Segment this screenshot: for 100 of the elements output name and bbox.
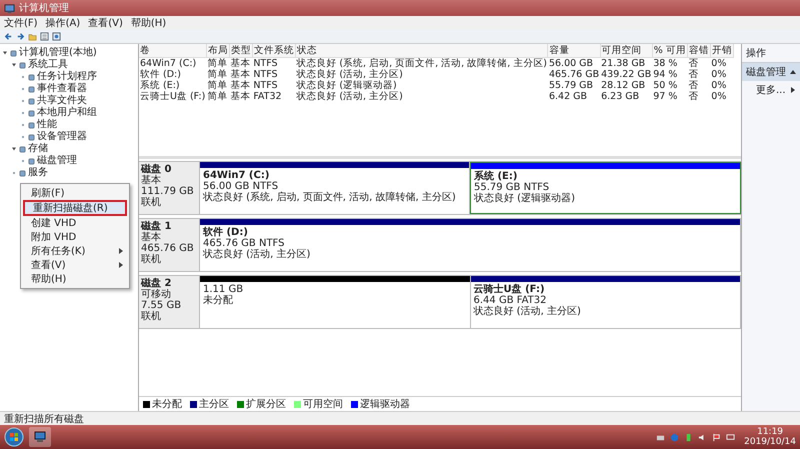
actions-section[interactable]: 磁盘管理	[742, 63, 800, 81]
column-header[interactable]: % 可用	[652, 44, 688, 58]
disk-name: 磁盘 0	[141, 164, 172, 175]
table-cell-text: 97 %	[652, 91, 678, 102]
column-header[interactable]: 文件系统	[252, 44, 296, 58]
window-title: 计算机管理	[19, 2, 69, 15]
node-icon	[28, 74, 35, 80]
node-icon	[28, 122, 35, 128]
table-cell: 云骑士U盘 (F:)	[139, 91, 206, 102]
tree-item[interactable]: 事件查看器	[37, 83, 87, 95]
column-header[interactable]: 布局	[206, 44, 230, 58]
partition-status: 状态良好 (逻辑驱动器)	[474, 193, 576, 204]
column-header[interactable]: 容错	[687, 44, 710, 58]
partition-block[interactable]: 64Win7 (C:) 56.00 GB NTFS 状态良好 (系统, 启动, 页面文件, 活动, 故障转储, 主分区)	[200, 162, 470, 214]
column-header[interactable]: 容量	[548, 44, 600, 58]
partition-block[interactable]: 云骑士U盘 (F:) 6.44 GB FAT32 状态良好 (活动, 主分区)	[470, 276, 741, 328]
context-menu-item[interactable]: 查看(V)	[23, 258, 127, 272]
node-icon	[19, 62, 26, 68]
table-cell-text: NTFS	[252, 69, 279, 80]
partition-status: 未分配	[203, 295, 234, 306]
node-icon	[19, 170, 26, 176]
context-menu-item[interactable]: 刷新(F)	[23, 186, 127, 200]
monitor-icon[interactable]	[726, 432, 736, 442]
disk-status: 联机	[141, 254, 162, 265]
tree-item[interactable]: 任务计划程序	[37, 71, 97, 83]
legend-label: 扩展分区	[246, 398, 286, 411]
tree-item[interactable]: 服务	[28, 167, 48, 179]
start-button-icon[interactable]	[4, 427, 24, 447]
table-cell-text: FAT32	[252, 91, 283, 102]
expander-icon[interactable]	[11, 146, 17, 152]
clock-time: 11:19	[757, 427, 784, 437]
tree-item[interactable]: 本地用户和组	[37, 107, 97, 119]
column-header[interactable]: 类型	[229, 44, 252, 58]
expander-icon[interactable]	[11, 62, 17, 68]
disk-status: 联机	[141, 311, 162, 322]
node-icon	[28, 86, 35, 92]
table-cell-text: 状态良好 (活动, 主分区)	[295, 69, 404, 80]
disk-type: 基本	[141, 175, 162, 186]
legend-label: 可用空间	[303, 398, 343, 411]
taskbar-app[interactable]	[29, 427, 51, 447]
table-cell-text: 简单	[206, 91, 228, 102]
table-cell-text: 0%	[710, 91, 728, 102]
column-header[interactable]: 卷	[139, 44, 206, 58]
table-cell: NTFS	[252, 58, 296, 69]
expander-icon[interactable]	[2, 50, 8, 56]
tree-item[interactable]: 磁盘管理	[37, 155, 77, 167]
more-actions-link[interactable]: 更多...	[742, 81, 800, 99]
column-header[interactable]: 开销	[710, 44, 734, 58]
computer-icon	[33, 430, 47, 444]
partition-block[interactable]: 软件 (D:) 465.76 GB NTFS 状态良好 (活动, 主分区)	[200, 219, 741, 271]
clock[interactable]: 11:19 2019/10/14	[740, 427, 796, 447]
disk-type: 基本	[141, 232, 162, 243]
table-cell-text: 否	[687, 69, 700, 80]
partition-block[interactable]: 系统 (E:) 55.79 GB NTFS 状态良好 (逻辑驱动器)	[470, 162, 741, 214]
partition-size: 465.76 GB NTFS	[203, 238, 284, 249]
menu-item[interactable]: 操作(A)	[46, 16, 80, 30]
partition-size: 55.79 GB NTFS	[474, 182, 550, 193]
context-menu-item[interactable]: 帮助(H)	[23, 272, 127, 286]
column-header[interactable]: 状态	[295, 44, 548, 58]
legend-label: 逻辑驱动器	[360, 398, 410, 411]
computer-icon	[4, 2, 15, 14]
tree-item[interactable]: 计算机管理(本地)	[19, 47, 97, 59]
tree-item[interactable]: 性能	[37, 119, 57, 131]
table-cell-text: 基本	[229, 91, 252, 102]
partition-block[interactable]: 1.11 GB 未分配	[200, 276, 470, 328]
menu-item[interactable]: 帮助(H)	[130, 16, 166, 30]
column-header[interactable]: 可用空间	[600, 44, 652, 58]
tree-item[interactable]: 系统工具	[28, 59, 68, 71]
flag-icon[interactable]	[712, 432, 722, 442]
list-icon[interactable]	[40, 32, 49, 41]
forward-arrow-icon[interactable]	[16, 32, 25, 41]
context-menu-item[interactable]: 附加 VHD	[23, 230, 127, 244]
table-cell-text: 状态良好 (逻辑驱动器)	[295, 80, 398, 91]
context-menu-item[interactable]: 重新扫描磁盘(R)	[23, 200, 127, 216]
table-cell-text: NTFS	[252, 80, 279, 91]
table-cell-text: 94 %	[652, 69, 678, 80]
node-icon	[28, 98, 35, 104]
table-cell-text: 软件 (D:)	[139, 69, 182, 80]
collapse-arrow-icon[interactable]	[790, 69, 796, 75]
table-cell: 状态良好 (系统, 启动, 页面文件, 活动, 故障转储, 主分区)	[295, 58, 548, 69]
tree-item[interactable]: 存储	[28, 143, 48, 155]
table-cell: 439.22 GB	[600, 69, 652, 80]
tree-item[interactable]: 设备管理器	[37, 131, 87, 143]
menu-item[interactable]: 文件(F)	[4, 16, 38, 30]
node-icon	[28, 110, 35, 116]
node-icon	[19, 146, 26, 152]
disk-name: 磁盘 2	[141, 278, 172, 289]
table-cell: 64Win7 (C:)	[139, 58, 206, 69]
table-cell-text: 基本	[229, 69, 252, 80]
tree-item[interactable]: 共享文件夹	[37, 95, 87, 107]
context-menu-item[interactable]: 所有任务(K)	[23, 244, 127, 258]
folder-icon[interactable]	[28, 32, 37, 41]
table-cell-text: 简单	[206, 69, 228, 80]
context-menu-item[interactable]: 创建 VHD	[23, 216, 127, 230]
back-arrow-icon[interactable]	[4, 32, 13, 41]
partition-name: 64Win7 (C:)	[203, 170, 270, 181]
node-icon	[10, 50, 17, 56]
partition-status: 状态良好 (活动, 主分区)	[474, 306, 582, 317]
table-cell-text: 否	[687, 91, 700, 102]
menu-item[interactable]: 查看(V)	[88, 16, 123, 30]
